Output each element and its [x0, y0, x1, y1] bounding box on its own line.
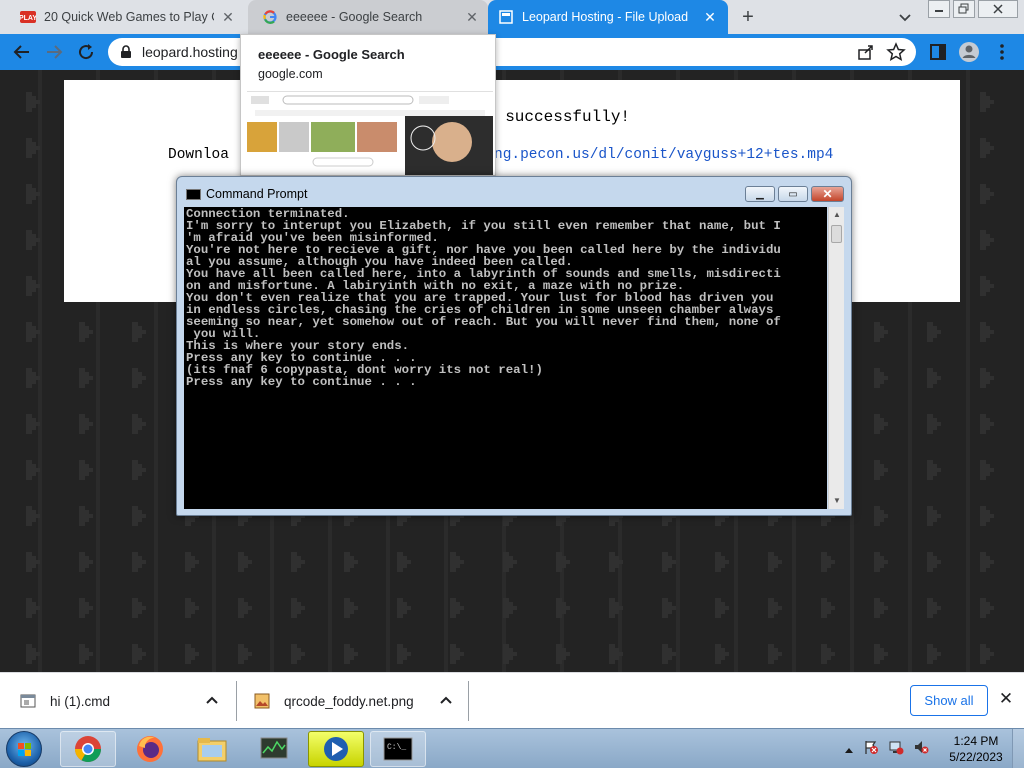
cmd-scrollbar[interactable]: ▲ ▼	[828, 207, 844, 509]
minimize-button[interactable]	[928, 0, 950, 18]
chrome-icon	[74, 736, 102, 763]
divider	[468, 681, 469, 721]
kebab-menu-icon[interactable]	[990, 40, 1014, 64]
firefox-icon	[137, 736, 163, 762]
cmd-title: Command Prompt	[206, 187, 308, 201]
side-panel-icon[interactable]	[926, 40, 950, 64]
windows-logo-icon	[18, 743, 31, 756]
close-icon[interactable]: ✕	[702, 9, 718, 25]
cmd-maximize-button[interactable]: ▭	[778, 186, 808, 202]
share-icon[interactable]	[856, 42, 876, 65]
svg-text:C:\_: C:\_	[387, 743, 406, 752]
network-icon[interactable]	[888, 739, 904, 760]
cmd-taskbar-button[interactable]: C:\_	[370, 731, 426, 767]
hover-card-title: eeeeee - Google Search	[258, 47, 405, 62]
scroll-down-icon[interactable]: ▼	[829, 493, 845, 509]
page-thumbnail	[247, 91, 493, 175]
chevron-down-icon[interactable]	[896, 8, 914, 26]
tab-strip: PLAY 20 Quick Web Games to Play On ✕ eee…	[0, 0, 1024, 34]
command-prompt-window[interactable]: Command Prompt ▁ ▭ ✕ Connection terminat…	[176, 176, 852, 516]
volume-muted-icon[interactable]	[913, 739, 929, 760]
divider	[236, 681, 237, 721]
back-button[interactable]	[10, 40, 34, 64]
downloads-bar: hi (1).cmd qrcode_foddy.net.png Show all…	[0, 672, 1024, 728]
close-icon[interactable]: ✕	[220, 9, 236, 25]
cmd-icon	[186, 189, 201, 200]
taskmgr-taskbar-button[interactable]	[246, 731, 302, 767]
restore-button[interactable]	[953, 0, 975, 18]
download-link[interactable]: ng.pecon.us/dl/conit/vayguss+12+tes.mp4	[494, 147, 833, 163]
download-item[interactable]: hi (1).cmd	[20, 673, 230, 729]
tab-title: eeeeee - Google Search	[286, 10, 423, 24]
show-all-button[interactable]: Show all	[910, 685, 988, 716]
download-filename: qrcode_foddy.net.png	[284, 693, 414, 709]
chevron-up-icon[interactable]	[206, 695, 218, 707]
cmd-titlebar[interactable]: Command Prompt ▁ ▭ ✕	[177, 177, 851, 207]
tab-hover-card: eeeeee - Google Search google.com	[240, 34, 496, 176]
close-icon[interactable]: ✕	[464, 9, 480, 25]
cmd-minimize-button[interactable]: ▁	[745, 186, 775, 202]
clock-date: 5/22/2023	[949, 750, 1003, 764]
google-icon	[262, 9, 278, 25]
task-manager-icon	[260, 737, 288, 759]
tab-title: Leopard Hosting - File Upload	[522, 10, 689, 24]
star-icon[interactable]	[886, 42, 906, 65]
play-icon	[324, 737, 348, 761]
cmd-close-button[interactable]: ✕	[811, 186, 844, 202]
firefox-taskbar-button[interactable]	[122, 731, 178, 767]
reload-button[interactable]	[74, 40, 98, 64]
console-text: Connection terminated. I'm sorry to inter…	[186, 208, 826, 388]
scroll-thumb[interactable]	[831, 225, 842, 243]
download-item[interactable]: qrcode_foddy.net.png	[254, 673, 464, 729]
games-site-icon: PLAY	[20, 9, 36, 25]
console-line: Press any key to continue . . .	[186, 375, 417, 389]
system-tray	[844, 739, 929, 760]
scroll-up-icon[interactable]: ▲	[829, 207, 845, 223]
profile-avatar-icon[interactable]	[957, 40, 981, 64]
show-desktop-button[interactable]	[1012, 729, 1024, 768]
cmd-file-icon	[20, 693, 36, 709]
explorer-taskbar-button[interactable]	[184, 731, 240, 767]
page-icon	[498, 9, 514, 25]
tab-title: 20 Quick Web Games to Play On	[44, 10, 214, 24]
folder-icon	[197, 738, 227, 762]
browser-toolbar: leopard.hosting	[0, 34, 1024, 70]
media-player-taskbar-button[interactable]	[308, 731, 364, 767]
address-bar[interactable]: leopard.hosting	[108, 38, 916, 66]
clock-time: 1:24 PM	[953, 734, 999, 748]
chrome-taskbar-button[interactable]	[60, 731, 116, 767]
tab-games[interactable]: PLAY 20 Quick Web Games to Play On ✕	[14, 0, 244, 34]
action-center-flag-icon[interactable]	[863, 739, 879, 760]
forward-button[interactable]	[42, 40, 66, 64]
taskbar: C:\_ 1:24 PM 5/22/2023	[0, 728, 1024, 768]
system-clock[interactable]: 1:24 PM 5/22/2023	[940, 733, 1012, 765]
new-tab-button[interactable]: +	[736, 5, 760, 29]
image-file-icon	[254, 693, 270, 709]
tray-expand-icon[interactable]	[844, 741, 854, 759]
download-label: Downloa	[168, 147, 229, 163]
close-window-button[interactable]	[978, 0, 1018, 18]
terminal-icon: C:\_	[383, 737, 413, 761]
console-output[interactable]: Connection terminated. I'm sorry to inter…	[184, 207, 827, 509]
hover-card-domain: google.com	[258, 67, 323, 81]
tab-google-search[interactable]: eeeeee - Google Search ✕	[248, 0, 488, 34]
svg-text:PLAY: PLAY	[20, 15, 36, 22]
start-button[interactable]	[6, 731, 42, 767]
tab-leopard-hosting[interactable]: Leopard Hosting - File Upload ✕	[488, 0, 728, 34]
upload-success-message: d successfully!	[486, 108, 631, 126]
close-icon[interactable]: ✕	[997, 690, 1015, 708]
console-line: seeming so near, yet somehow out of reac…	[186, 315, 781, 329]
download-filename: hi (1).cmd	[50, 693, 111, 709]
chevron-up-icon[interactable]	[440, 695, 452, 707]
lock-icon[interactable]	[120, 45, 132, 59]
address-text: leopard.hosting	[142, 44, 238, 60]
